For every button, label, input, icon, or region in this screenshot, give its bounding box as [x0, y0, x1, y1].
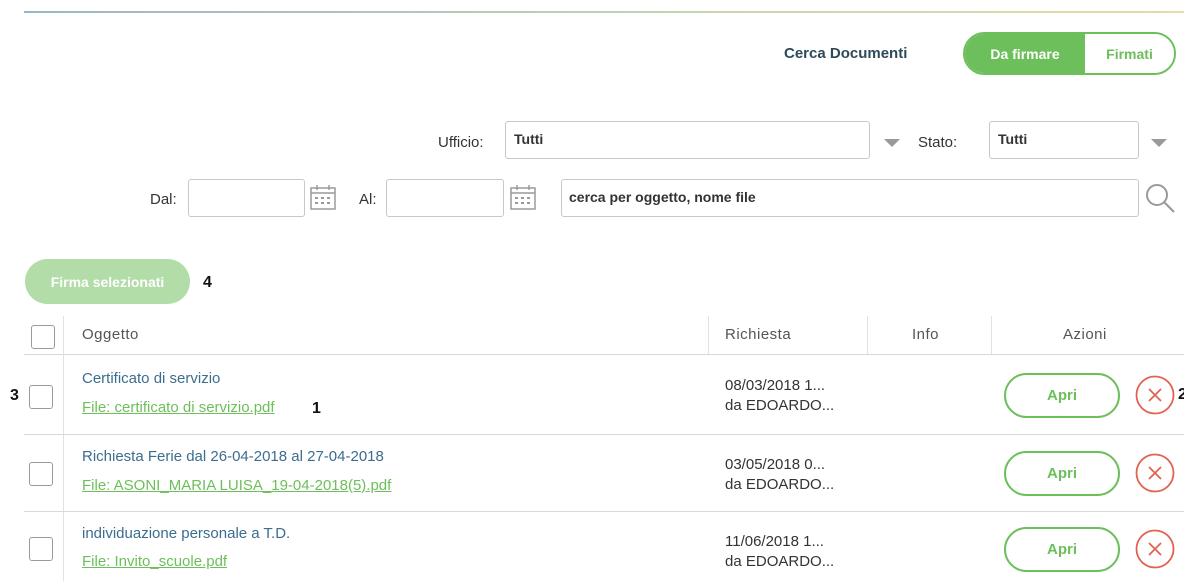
stato-select[interactable]: Tutti	[989, 121, 1139, 159]
row-checkbox[interactable]	[29, 537, 53, 561]
row-richiesta-by: da EDOARDO...	[725, 397, 835, 414]
search-documents-title: Cerca Documenti	[784, 45, 908, 62]
row-file-link[interactable]: File: Invito_scuole.pdf	[82, 553, 227, 570]
column-divider	[708, 316, 709, 354]
stato-chevron-down-icon[interactable]	[1151, 139, 1167, 147]
search-input[interactable]: cerca per oggetto, nome file	[561, 179, 1139, 217]
row-file-link[interactable]: File: ASONI_MARIA LUISA_19-04-2018(5).pd…	[82, 477, 391, 494]
dal-date-input[interactable]	[188, 179, 305, 217]
stato-label: Stato:	[918, 134, 958, 151]
column-header-oggetto: Oggetto	[82, 326, 139, 343]
row-oggetto: Richiesta Ferie dal 26-04-2018 al 27-04-…	[82, 448, 384, 465]
column-header-azioni: Azioni	[1063, 326, 1107, 343]
annotation-4: 4	[203, 274, 212, 291]
column-header-richiesta: Richiesta	[725, 326, 792, 343]
documents-filter-toggle: Da firmare Firmati	[963, 32, 1176, 75]
row-richiesta-by: da EDOARDO...	[725, 553, 835, 570]
delete-icon[interactable]	[1135, 529, 1175, 569]
toggle-da-firmare[interactable]: Da firmare	[965, 34, 1085, 73]
annotation-3: 3	[10, 387, 19, 404]
checkbox-column-divider	[63, 354, 64, 581]
al-label: Al:	[359, 191, 377, 208]
row-file-link[interactable]: File: certificato di servizio.pdf	[82, 399, 275, 416]
search-icon[interactable]	[1144, 182, 1176, 214]
row-checkbox[interactable]	[29, 462, 53, 486]
row-divider	[24, 511, 1184, 512]
row-richiesta-date: 03/05/2018 0...	[725, 456, 826, 473]
dal-label: Dal:	[150, 191, 177, 208]
ufficio-chevron-down-icon[interactable]	[884, 139, 900, 147]
apri-button[interactable]: Apri	[1004, 373, 1120, 418]
row-richiesta-date: 11/06/2018 1...	[725, 533, 824, 550]
select-all-checkbox[interactable]	[31, 325, 55, 349]
row-richiesta-date: 08/03/2018 1...	[725, 377, 826, 394]
column-divider	[63, 316, 64, 354]
header-divider	[24, 354, 1184, 355]
toggle-firmati[interactable]: Firmati	[1085, 34, 1174, 73]
ufficio-select[interactable]: Tutti	[505, 121, 870, 159]
delete-icon[interactable]	[1135, 453, 1175, 493]
column-divider	[867, 316, 868, 354]
column-header-info: Info	[912, 326, 940, 343]
ufficio-label: Ufficio:	[438, 134, 484, 151]
al-calendar-icon[interactable]	[508, 184, 538, 212]
row-checkbox[interactable]	[29, 385, 53, 409]
annotation-2: 2	[1178, 386, 1184, 403]
column-divider	[991, 316, 992, 354]
apri-button[interactable]: Apri	[1004, 451, 1120, 496]
al-date-input[interactable]	[386, 179, 504, 217]
delete-icon[interactable]	[1135, 375, 1175, 415]
row-oggetto: Certificato di servizio	[82, 370, 221, 387]
apri-button[interactable]: Apri	[1004, 527, 1120, 572]
annotation-1: 1	[312, 400, 321, 417]
row-richiesta-by: da EDOARDO...	[725, 476, 835, 493]
row-oggetto: individuazione personale a T.D.	[82, 525, 291, 542]
dal-calendar-icon[interactable]	[308, 184, 338, 212]
firma-selezionati-button[interactable]: Firma selezionati	[25, 259, 190, 304]
top-divider	[24, 11, 1184, 13]
row-divider	[24, 434, 1184, 435]
